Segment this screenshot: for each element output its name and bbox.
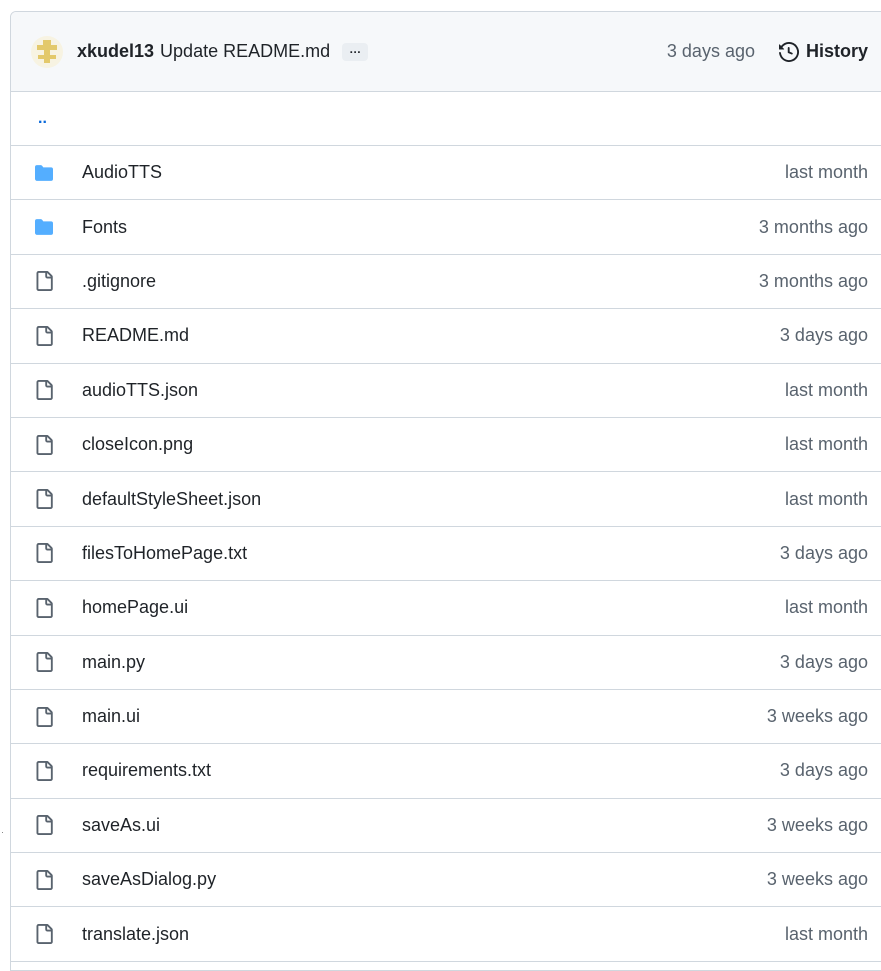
file-date[interactable]: 3 days ago: [780, 760, 868, 781]
file-date[interactable]: 3 weeks ago: [767, 815, 868, 836]
stray-dot: [2, 832, 3, 833]
file-name-link[interactable]: saveAsDialog.py: [82, 869, 216, 890]
file-row[interactable]: main.py 3 days ago: [11, 636, 881, 690]
file-name-link[interactable]: audioTTS.json: [82, 380, 198, 401]
file-icon: [34, 325, 58, 346]
file-date[interactable]: 3 days ago: [780, 325, 868, 346]
file-date[interactable]: 3 months ago: [759, 271, 868, 292]
history-label: History: [805, 41, 868, 61]
commit-date[interactable]: 3 days ago: [667, 41, 755, 62]
file-row[interactable]: homePage.ui last month: [11, 581, 881, 636]
file-icon: [34, 597, 58, 618]
file-icon: [34, 924, 58, 945]
file-date[interactable]: 3 days ago: [780, 652, 868, 673]
parent-directory-link[interactable]: ..: [11, 92, 881, 146]
file-date[interactable]: last month: [785, 434, 868, 455]
file-name-link[interactable]: homePage.ui: [82, 597, 188, 618]
file-row[interactable]: closeIcon.png last month: [11, 418, 881, 473]
file-row[interactable]: main.ui 3 weeks ago: [11, 690, 881, 745]
file-row[interactable]: requirements.txt 3 days ago: [11, 744, 881, 799]
file-row[interactable]: .gitignore 3 months ago: [11, 255, 881, 310]
file-date[interactable]: 3 months ago: [759, 217, 868, 238]
file-icon: [34, 760, 58, 781]
file-row[interactable]: translate.json last month: [11, 907, 881, 962]
folder-icon: [34, 164, 58, 182]
file-date[interactable]: last month: [785, 597, 868, 618]
file-name-link[interactable]: defaultStyleSheet.json: [82, 489, 261, 510]
file-name-link[interactable]: .gitignore: [82, 271, 156, 292]
file-date[interactable]: last month: [785, 162, 868, 183]
file-browser: xkudel13 Update README.md … 3 days ago H…: [10, 11, 881, 971]
file-name-link[interactable]: main.ui: [82, 706, 140, 727]
file-name-link[interactable]: translate.json: [82, 924, 189, 945]
file-icon: [34, 869, 58, 890]
file-date[interactable]: 3 weeks ago: [767, 869, 868, 890]
file-date[interactable]: last month: [785, 924, 868, 945]
file-icon: [34, 489, 58, 510]
expand-commit-button[interactable]: …: [342, 42, 369, 61]
file-icon: [34, 271, 58, 292]
file-date[interactable]: last month: [785, 489, 868, 510]
file-name-link[interactable]: closeIcon.png: [82, 434, 193, 455]
file-icon: [34, 434, 58, 455]
file-row[interactable]: saveAs.ui 3 weeks ago: [11, 799, 881, 854]
file-row[interactable]: Fonts 3 months ago: [11, 200, 881, 255]
file-name-link[interactable]: main.py: [82, 652, 145, 673]
file-date[interactable]: last month: [785, 380, 868, 401]
file-name-link[interactable]: README.md: [82, 325, 189, 346]
file-row[interactable]: filesToHomePage.txt 3 days ago: [11, 527, 881, 582]
file-icon: [34, 706, 58, 727]
latest-commit-bar: xkudel13 Update README.md … 3 days ago H…: [11, 12, 881, 92]
commit-author[interactable]: xkudel13: [77, 41, 154, 62]
file-icon: [34, 652, 58, 673]
file-date[interactable]: 3 weeks ago: [767, 706, 868, 727]
file-row[interactable]: README.md 3 days ago: [11, 309, 881, 364]
parent-dir-label[interactable]: ..: [38, 110, 47, 128]
file-name-link[interactable]: requirements.txt: [82, 760, 211, 781]
file-row[interactable]: AudioTTS last month: [11, 146, 881, 201]
file-row[interactable]: defaultStyleSheet.json last month: [11, 472, 881, 527]
history-icon: [778, 41, 799, 62]
file-name-link[interactable]: saveAs.ui: [82, 815, 160, 836]
history-link[interactable]: History: [778, 41, 868, 62]
file-icon: [34, 815, 58, 836]
file-row[interactable]: saveAsDialog.py 3 weeks ago: [11, 853, 881, 908]
file-date[interactable]: 3 days ago: [780, 543, 868, 564]
file-name-link[interactable]: AudioTTS: [82, 162, 162, 183]
identicon-icon: [37, 39, 57, 63]
folder-icon: [34, 218, 58, 236]
avatar[interactable]: [31, 35, 63, 68]
file-row[interactable]: audioTTS.json last month: [11, 364, 881, 418]
file-list: AudioTTS last month Fonts 3 months ago .giti…: [11, 146, 881, 962]
file-name-link[interactable]: Fonts: [82, 217, 127, 238]
commit-message[interactable]: Update README.md: [160, 41, 330, 62]
file-name-link[interactable]: filesToHomePage.txt: [82, 543, 247, 564]
file-icon: [34, 543, 58, 564]
file-icon: [34, 380, 58, 401]
